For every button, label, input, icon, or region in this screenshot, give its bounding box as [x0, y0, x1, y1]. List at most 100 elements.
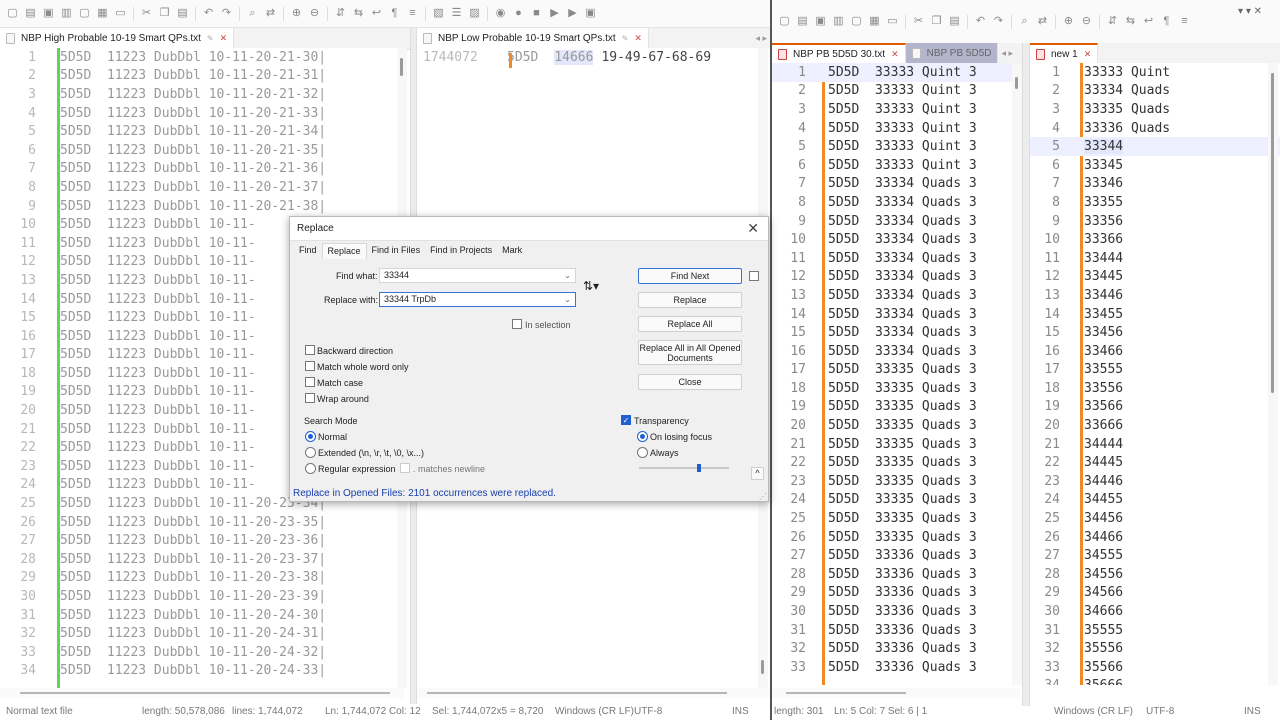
scroll-thumb[interactable]	[400, 58, 403, 76]
editor-line[interactable]: 33 5D5D 33336 Quads 3	[772, 658, 1014, 677]
redo-icon[interactable]: ↷	[990, 13, 1007, 30]
editor-line[interactable]: 1 33333 Quint	[1030, 63, 1280, 82]
folder-workspace-icon[interactable]: ▨	[466, 5, 483, 22]
sync-horizontal-icon[interactable]: ⇆	[1122, 13, 1139, 30]
editor-line[interactable]: 6 5D5D 11223 DubDbl 10-11-20-21-35|	[0, 141, 404, 160]
right-pane1-editor[interactable]: 1 5D5D 33333 Quint 3 2 5D5D 33333 Quint 3 3 5…	[772, 63, 1014, 685]
close-all-icon[interactable]: ▦	[866, 13, 883, 30]
close-all-icon[interactable]: ▦	[94, 5, 111, 22]
copy-icon[interactable]: ❐	[156, 5, 173, 22]
scroll-thumb[interactable]	[786, 692, 906, 694]
editor-line[interactable]: 1 5D5D 33333 Quint 3	[772, 63, 1014, 82]
editor-line[interactable]: 33 5D5D 11223 DubDbl 10-11-20-24-32|	[0, 643, 404, 662]
editor-line[interactable]: 18 33556	[1030, 379, 1280, 398]
match-whole-word-checkbox[interactable]	[305, 361, 315, 371]
editor-line[interactable]: 34 5D5D 11223 DubDbl 10-11-20-24-33|	[0, 662, 404, 681]
close-button[interactable]: Close	[638, 374, 742, 390]
editor-line[interactable]: 21 34444	[1030, 435, 1280, 454]
tab-nbp-pb-30[interactable]: NBP PB 5D5D 30.txt ✕	[772, 43, 906, 64]
editor-line[interactable]: 2 5D5D 33333 Quint 3	[772, 82, 1014, 101]
editor-line[interactable]: 3 5D5D 33333 Quint 3	[772, 100, 1014, 119]
collapse-dialog-button[interactable]: ^	[751, 467, 764, 480]
always-radio[interactable]	[637, 447, 648, 458]
editor-line[interactable]: 10 33366	[1030, 230, 1280, 249]
editor-line[interactable]: 27 5D5D 33336 Quads 3	[772, 546, 1014, 565]
show-all-chars-icon[interactable]: ¶	[1158, 13, 1175, 30]
copy-icon[interactable]: ❐	[928, 13, 945, 30]
sync-horizontal-icon[interactable]: ⇆	[350, 5, 367, 22]
sync-vertical-icon[interactable]: ⇵	[332, 5, 349, 22]
play-macro-icon[interactable]: ▶	[546, 5, 563, 22]
replace-all-opened-button[interactable]: Replace All in All Opened Documents	[638, 340, 742, 365]
editor-line[interactable]: 4 5D5D 33333 Quint 3	[772, 119, 1014, 138]
replace-all-button[interactable]: Replace All	[638, 316, 742, 332]
left-pane2-hscroll[interactable]	[417, 688, 770, 698]
tab-find[interactable]: Find	[294, 243, 322, 259]
close-tab-icon[interactable]: ✕	[891, 49, 899, 60]
scroll-thumb[interactable]	[427, 692, 727, 694]
editor-line[interactable]: 9 33356	[1030, 212, 1280, 231]
paste-icon[interactable]: ▤	[174, 5, 191, 22]
editor-line[interactable]: 18 5D5D 33335 Quads 3	[772, 379, 1014, 398]
editor-line[interactable]: 30 34666	[1030, 602, 1280, 621]
editor-line[interactable]: 30 5D5D 33336 Quads 3	[772, 602, 1014, 621]
zoom-in-icon[interactable]: ⊕	[288, 5, 305, 22]
tab-replace[interactable]: Replace	[321, 243, 367, 259]
function-list-icon[interactable]: ☰	[448, 5, 465, 22]
print-icon[interactable]: ▭	[884, 13, 901, 30]
editor-line[interactable]: 2 33334 Quads	[1030, 82, 1280, 101]
match-case-checkbox[interactable]	[305, 377, 315, 387]
editor-line[interactable]: 22 34445	[1030, 453, 1280, 472]
find-next-toggle-checkbox[interactable]	[749, 271, 759, 281]
scroll-thumb[interactable]	[1015, 77, 1018, 89]
mode-extended-radio[interactable]	[305, 447, 316, 458]
paste-icon[interactable]: ▤	[946, 13, 963, 30]
indent-guide-icon[interactable]: ≡	[404, 5, 421, 22]
splitter[interactable]	[1022, 43, 1030, 706]
replace-button[interactable]: Replace	[638, 292, 742, 308]
editor-line[interactable]: 14 33455	[1030, 305, 1280, 324]
chevron-down-icon[interactable]: ⌄	[564, 293, 571, 306]
window-menu-arrows[interactable]: ▾ ▾ ✕	[1238, 6, 1262, 17]
transparency-checkbox[interactable]: ✓	[621, 415, 631, 425]
editor-line[interactable]: 13 33446	[1030, 286, 1280, 305]
scroll-thumb[interactable]	[1271, 73, 1274, 393]
editor-line[interactable]: 1 5D5D 11223 DubDbl 10-11-20-21-30|	[0, 48, 404, 67]
editor-line[interactable]: 8 5D5D 11223 DubDbl 10-11-20-21-37|	[0, 178, 404, 197]
save-all-icon[interactable]: ▥	[58, 5, 75, 22]
pin-icon[interactable]: ✎	[622, 34, 629, 43]
editor-line[interactable]: 24 5D5D 33335 Quads 3	[772, 491, 1014, 510]
editor-line[interactable]: 16 33466	[1030, 342, 1280, 361]
editor-line[interactable]: 11 5D5D 33334 Quads 3	[772, 249, 1014, 268]
matches-newline-checkbox[interactable]	[400, 463, 410, 473]
editor-line[interactable]: 31 35555	[1030, 621, 1280, 640]
editor-line[interactable]: 32 5D5D 33336 Quads 3	[772, 639, 1014, 658]
sync-vertical-icon[interactable]: ⇵	[1104, 13, 1121, 30]
editor-line[interactable]: 31 5D5D 33336 Quads 3	[772, 621, 1014, 640]
record-macro-icon[interactable]: ●	[510, 5, 527, 22]
right-pane1-hscroll[interactable]	[772, 688, 1020, 698]
find-what-input[interactable]: 33344 ⌄	[379, 268, 576, 283]
transparency-slider[interactable]	[639, 464, 729, 472]
new-file-icon[interactable]: ▢	[4, 5, 21, 22]
wrap-around-checkbox[interactable]	[305, 393, 315, 403]
editor-line[interactable]: 3 5D5D 11223 DubDbl 10-11-20-21-32|	[0, 85, 404, 104]
mode-regex-radio[interactable]	[305, 463, 316, 474]
word-wrap-icon[interactable]: ↩	[1140, 13, 1157, 30]
find-next-button[interactable]: Find Next	[638, 268, 742, 284]
editor-line[interactable]: 29 5D5D 33336 Quads 3	[772, 584, 1014, 603]
scroll-thumb[interactable]	[761, 660, 764, 674]
editor-line[interactable]: 6 33345	[1030, 156, 1280, 175]
tab-new-1[interactable]: new 1 ✕	[1030, 43, 1099, 64]
redo-icon[interactable]: ↷	[218, 5, 235, 22]
editor-line[interactable]: 11 33444	[1030, 249, 1280, 268]
editor-line[interactable]: 28 5D5D 11223 DubDbl 10-11-20-23-37|	[0, 550, 404, 569]
editor-line[interactable]: 15 5D5D 33334 Quads 3	[772, 323, 1014, 342]
editor-line[interactable]: 8 33355	[1030, 193, 1280, 212]
editor-line[interactable]: 4 33336 Quads	[1030, 119, 1280, 138]
right-pane1-vscroll[interactable]	[1012, 63, 1022, 685]
cut-icon[interactable]: ✂	[138, 5, 155, 22]
editor-line[interactable]: 9 5D5D 11223 DubDbl 10-11-20-21-38|	[0, 197, 404, 216]
close-file-icon[interactable]: ▢	[76, 5, 93, 22]
tab-high-probable[interactable]: NBP High Probable 10-19 Smart QPs.txt ✎ …	[0, 28, 235, 49]
